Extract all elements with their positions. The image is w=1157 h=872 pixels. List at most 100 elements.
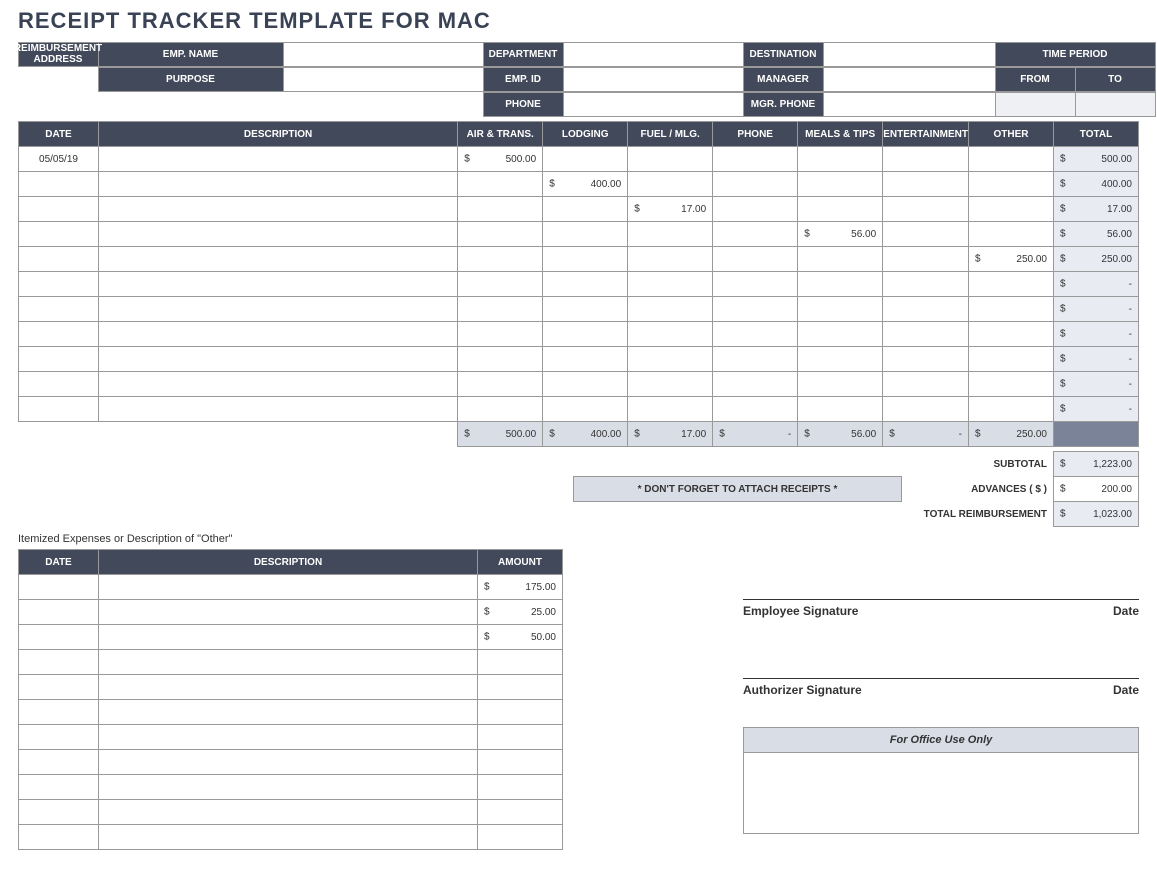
cell-fuel[interactable]: $17.00 (628, 197, 713, 222)
cell-description[interactable] (99, 825, 478, 850)
cell-phone[interactable] (713, 172, 798, 197)
cell-air[interactable] (458, 172, 543, 197)
input-manager[interactable] (823, 67, 996, 92)
cell-air[interactable] (458, 222, 543, 247)
cell-air[interactable] (458, 247, 543, 272)
cell-other[interactable] (969, 272, 1054, 297)
cell-date[interactable] (19, 372, 99, 397)
cell-date[interactable] (19, 397, 99, 422)
cell-air[interactable] (458, 272, 543, 297)
cell-description[interactable] (99, 600, 478, 625)
cell-air[interactable] (458, 347, 543, 372)
cell-description[interactable] (99, 297, 458, 322)
cell-phone[interactable] (713, 397, 798, 422)
cell-phone[interactable] (713, 272, 798, 297)
cell-meals[interactable]: $56.00 (798, 222, 883, 247)
cell-fuel[interactable] (628, 372, 713, 397)
cell-ent[interactable] (883, 247, 969, 272)
cell-lodging[interactable] (543, 372, 628, 397)
cell-fuel[interactable] (628, 147, 713, 172)
cell-fuel[interactable] (628, 347, 713, 372)
cell-other[interactable] (969, 347, 1054, 372)
cell-phone[interactable] (713, 247, 798, 272)
cell-phone[interactable] (713, 147, 798, 172)
cell-date[interactable] (19, 800, 99, 825)
cell-air[interactable] (458, 397, 543, 422)
cell-lodging[interactable] (543, 347, 628, 372)
cell-date[interactable] (19, 600, 99, 625)
cell-meals[interactable] (798, 297, 883, 322)
value-advances[interactable]: $200.00 (1054, 477, 1139, 502)
input-phone[interactable] (563, 92, 744, 117)
cell-date[interactable] (19, 750, 99, 775)
input-purpose[interactable] (283, 67, 484, 92)
cell-meals[interactable] (798, 397, 883, 422)
cell-description[interactable] (99, 372, 458, 397)
cell-phone[interactable] (713, 197, 798, 222)
input-from-date[interactable] (995, 92, 1076, 117)
cell-description[interactable] (99, 675, 478, 700)
cell-ent[interactable] (883, 372, 969, 397)
cell-fuel[interactable] (628, 247, 713, 272)
cell-air[interactable] (458, 297, 543, 322)
cell-date[interactable] (19, 322, 99, 347)
cell-description[interactable] (99, 347, 458, 372)
input-mgr-phone[interactable] (823, 92, 996, 117)
cell-amount[interactable] (478, 675, 563, 700)
cell-ent[interactable] (883, 147, 969, 172)
cell-ent[interactable] (883, 322, 969, 347)
cell-description[interactable] (99, 800, 478, 825)
cell-amount[interactable]: $50.00 (478, 625, 563, 650)
cell-fuel[interactable] (628, 272, 713, 297)
cell-description[interactable] (99, 725, 478, 750)
cell-description[interactable] (99, 222, 458, 247)
cell-ent[interactable] (883, 197, 969, 222)
cell-ent[interactable] (883, 397, 969, 422)
cell-description[interactable] (99, 575, 478, 600)
cell-description[interactable] (99, 750, 478, 775)
cell-amount[interactable] (478, 775, 563, 800)
cell-amount[interactable] (478, 800, 563, 825)
cell-date[interactable] (19, 247, 99, 272)
cell-phone[interactable] (713, 322, 798, 347)
cell-date[interactable] (19, 297, 99, 322)
cell-date[interactable] (19, 197, 99, 222)
cell-fuel[interactable] (628, 222, 713, 247)
cell-meals[interactable] (798, 347, 883, 372)
cell-date[interactable] (19, 825, 99, 850)
cell-description[interactable] (99, 197, 458, 222)
cell-amount[interactable] (478, 725, 563, 750)
office-use-body[interactable] (744, 753, 1138, 833)
cell-lodging[interactable] (543, 397, 628, 422)
cell-amount[interactable]: $175.00 (478, 575, 563, 600)
cell-other[interactable] (969, 222, 1054, 247)
cell-amount[interactable]: $25.00 (478, 600, 563, 625)
cell-other[interactable] (969, 147, 1054, 172)
cell-description[interactable] (99, 625, 478, 650)
input-emp-name[interactable] (283, 42, 484, 67)
cell-date[interactable]: 05/05/19 (19, 147, 99, 172)
input-department[interactable] (563, 42, 744, 67)
cell-date[interactable] (19, 347, 99, 372)
cell-description[interactable] (99, 775, 478, 800)
cell-meals[interactable] (798, 247, 883, 272)
cell-other[interactable] (969, 297, 1054, 322)
cell-ent[interactable] (883, 272, 969, 297)
cell-description[interactable] (99, 397, 458, 422)
cell-meals[interactable] (798, 322, 883, 347)
cell-date[interactable] (19, 172, 99, 197)
cell-date[interactable] (19, 222, 99, 247)
cell-date[interactable] (19, 650, 99, 675)
cell-description[interactable] (99, 650, 478, 675)
cell-meals[interactable] (798, 372, 883, 397)
cell-description[interactable] (99, 147, 458, 172)
cell-ent[interactable] (883, 172, 969, 197)
cell-amount[interactable] (478, 750, 563, 775)
cell-date[interactable] (19, 700, 99, 725)
cell-other[interactable] (969, 397, 1054, 422)
cell-phone[interactable] (713, 222, 798, 247)
cell-other[interactable] (969, 372, 1054, 397)
cell-other[interactable] (969, 197, 1054, 222)
cell-fuel[interactable] (628, 397, 713, 422)
cell-description[interactable] (99, 322, 458, 347)
